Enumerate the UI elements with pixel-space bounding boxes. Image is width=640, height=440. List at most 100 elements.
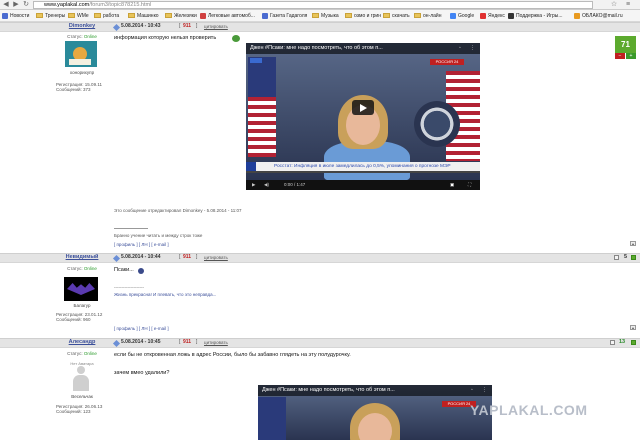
folder-icon bbox=[68, 13, 75, 19]
share-icon[interactable]: ◦ bbox=[459, 46, 464, 51]
channel-badge: РОССИЯ 24 bbox=[430, 59, 464, 65]
bookmark-folder[interactable]: озмо и грин bbox=[345, 12, 381, 20]
post-number[interactable]: 911 bbox=[183, 338, 191, 347]
signature-divider: -------------------- bbox=[114, 285, 144, 290]
bookmark-folder[interactable]: Музыка bbox=[312, 12, 339, 20]
signature-text: Бранно учение читать и между строк тоже bbox=[114, 233, 203, 238]
user-status: Статус: Online bbox=[67, 34, 97, 39]
flag-canton bbox=[248, 57, 276, 97]
video-player[interactable]: Джен #Псаки: мне надо посмотреть, что об… bbox=[246, 43, 480, 190]
bookmark-folder[interactable]: Машинко bbox=[128, 12, 159, 20]
user-messages: Сообщений: 123 bbox=[56, 409, 91, 414]
folder-icon bbox=[128, 13, 135, 19]
cloud-icon bbox=[574, 12, 580, 19]
vote-plus-button[interactable]: + bbox=[626, 53, 636, 59]
more-icon[interactable]: ⋮ bbox=[470, 46, 475, 51]
bookmark-item[interactable]: Газета Гадаголя bbox=[262, 12, 307, 20]
user-messages: Сообщений: 960 bbox=[56, 317, 91, 322]
site-icon bbox=[262, 12, 268, 19]
news-ticker: Росстат: Инфляция в июле замедлилась до … bbox=[246, 162, 480, 171]
star-icon[interactable]: ☆ bbox=[610, 1, 618, 9]
folder-icon bbox=[414, 13, 421, 19]
vote-minus-button[interactable]: − bbox=[615, 53, 625, 59]
user-status: Статус: Online bbox=[67, 266, 97, 271]
video-title[interactable]: Джен #Псаки: мне надо посмотреть, что об… bbox=[258, 385, 492, 396]
site-icon bbox=[508, 12, 514, 19]
back-icon[interactable]: ◀ bbox=[2, 1, 10, 9]
bookmark-item[interactable]: Google bbox=[450, 12, 474, 20]
bookmark-folder[interactable]: работа bbox=[94, 12, 119, 20]
bookmark-item[interactable]: Новости bbox=[2, 12, 29, 20]
smiley-icon bbox=[138, 268, 144, 274]
share-icon[interactable]: ◦ bbox=[471, 388, 476, 393]
google-icon bbox=[450, 12, 456, 19]
volume-icon[interactable]: ◀) bbox=[264, 180, 269, 190]
vote-plus-icon[interactable] bbox=[631, 340, 636, 345]
url-path: /forum3/topic878215.html bbox=[89, 2, 152, 8]
user-messages: Сообщений: 373 bbox=[56, 87, 91, 92]
report-icon[interactable] bbox=[610, 340, 615, 345]
vote-plus-icon[interactable] bbox=[631, 255, 636, 260]
post-number[interactable]: 911 bbox=[183, 253, 191, 262]
folder-icon bbox=[36, 13, 43, 19]
cite-button[interactable]: цитировать bbox=[204, 253, 228, 262]
play-button[interactable] bbox=[352, 100, 374, 115]
seal-emblem bbox=[414, 101, 460, 147]
post-username[interactable]: Невидимый bbox=[55, 253, 109, 262]
post-number[interactable]: 911 bbox=[183, 22, 191, 31]
user-rank: Весельчак bbox=[71, 394, 93, 399]
folder-icon bbox=[165, 13, 172, 19]
play-icon[interactable]: ▶ bbox=[252, 180, 255, 190]
reload-icon[interactable]: ↻ bbox=[22, 1, 30, 9]
bookmark-folder[interactable]: Железяки bbox=[165, 12, 197, 20]
news-icon bbox=[2, 12, 8, 19]
post-date: 5.08.2014 - 10:44 bbox=[121, 254, 161, 260]
bookmark-folder[interactable]: он-лайн bbox=[414, 12, 441, 20]
bookmark-folder[interactable]: WMe bbox=[68, 12, 89, 20]
post-date: 5.08.2014 - 10:45 bbox=[121, 339, 161, 345]
signature-divider bbox=[114, 228, 148, 229]
report-icon[interactable] bbox=[614, 255, 619, 260]
channel-logo-icon bbox=[250, 58, 262, 63]
post-actions[interactable]: [ профиль ] [ ЛН ] [ e-mail ] bbox=[114, 326, 169, 331]
bookmark-folder[interactable]: скачать bbox=[383, 12, 410, 20]
bracket-right: ] bbox=[196, 254, 198, 260]
bookmark-folder[interactable]: Тренеры bbox=[36, 12, 65, 20]
bookmark-item[interactable]: ОБЛАКО@mail.ru bbox=[574, 12, 623, 20]
post-actions[interactable]: [ профиль ] [ ЛН ] [ e-mail ] bbox=[114, 242, 169, 247]
bookmark-item[interactable]: Яндекс bbox=[480, 12, 505, 20]
bookmark-item[interactable]: Легковые автомоб... bbox=[200, 12, 255, 20]
cite-button[interactable]: цитировать bbox=[204, 338, 228, 347]
video-controls: ▶ ◀) 0:00 / 1:47 ▣ ⛶ bbox=[246, 180, 480, 190]
bracket-left: [ bbox=[179, 339, 181, 345]
post-username[interactable]: Dimonkey bbox=[55, 22, 109, 31]
collapse-icon[interactable]: ▴ bbox=[630, 241, 636, 246]
post-date: 5.08.2014 - 10:43 bbox=[121, 23, 161, 29]
progress-bar[interactable] bbox=[246, 171, 480, 173]
forward-icon[interactable]: ▶ bbox=[12, 1, 20, 9]
more-icon[interactable]: ⋮ bbox=[482, 388, 487, 393]
smiley-icon bbox=[232, 35, 240, 42]
address-input[interactable]: www.yaplakal.com/forum3/topic878215.html bbox=[33, 1, 593, 9]
yandex-icon bbox=[480, 12, 486, 19]
cite-button[interactable]: цитировать bbox=[204, 22, 228, 31]
post-text: если бы не откровенная ложь в адрес Росс… bbox=[114, 352, 351, 358]
edited-note: Это сообщение отредактировал Dimonkey - … bbox=[114, 208, 242, 213]
url-host: www.yaplakal.com bbox=[44, 2, 90, 8]
user-sidebar: Статус: Online bbox=[55, 351, 109, 356]
bracket-left: [ bbox=[179, 23, 181, 29]
video-player[interactable]: Джен #Псаки: мне надо посмотреть, что об… bbox=[258, 385, 492, 440]
youtube-logo-icon[interactable]: ▣ bbox=[450, 180, 454, 190]
user-sidebar: Статус: Online bbox=[55, 266, 109, 271]
folder-icon bbox=[312, 13, 319, 19]
collapse-icon[interactable]: ▴ bbox=[630, 325, 636, 330]
menu-icon[interactable]: ≡ bbox=[624, 1, 632, 9]
bookmarks-bar: Новости Тренеры WMe работа Машинко Желез… bbox=[0, 10, 640, 22]
fullscreen-icon[interactable]: ⛶ bbox=[468, 180, 471, 190]
bat-icon bbox=[67, 283, 95, 295]
bookmark-item[interactable]: Поддержка - Игры... bbox=[508, 12, 563, 20]
folder-icon bbox=[94, 13, 101, 19]
avatar bbox=[70, 366, 92, 392]
video-title[interactable]: Джен #Псаки: мне надо посмотреть, что об… bbox=[246, 43, 480, 54]
post-username[interactable]: Алесандр bbox=[55, 338, 109, 347]
